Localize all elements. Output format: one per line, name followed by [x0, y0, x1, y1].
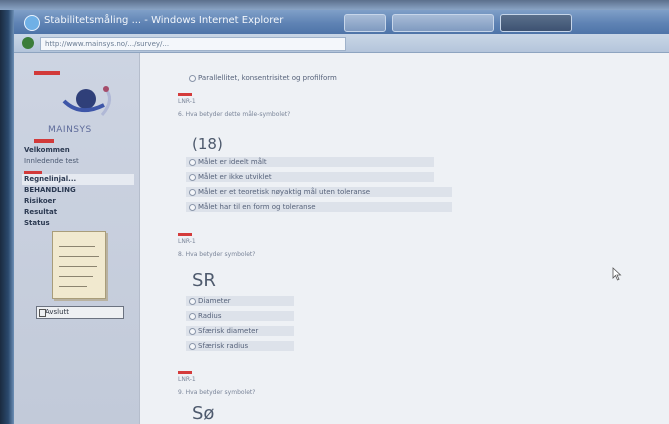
radio-button[interactable]	[189, 75, 196, 82]
question-label: LNR-1	[178, 93, 196, 105]
internet-explorer-icon	[24, 15, 40, 31]
url-field[interactable]: http://www.mainsys.no/.../survey/...	[40, 37, 346, 51]
radio-button[interactable]	[189, 204, 196, 211]
answer-option[interactable]: Sfærisk diameter	[186, 326, 294, 336]
exit-icon	[39, 309, 46, 317]
symbol-display: SR	[192, 270, 216, 291]
option-label: Sfærisk diameter	[198, 327, 259, 335]
nav-item[interactable]: Risikoer	[22, 196, 134, 207]
option-label: Målet har til en form og toleranse	[198, 203, 316, 211]
nav-item[interactable]: BEHANDLING	[22, 185, 134, 196]
red-marker	[178, 93, 192, 96]
sidebar: MAINSYS Velkommen Innledende test Regnel…	[14, 53, 140, 424]
nav-list: Velkommen Innledende test Regnelinjal...…	[22, 145, 134, 229]
radio-button[interactable]	[189, 343, 196, 350]
monitor-bezel	[0, 0, 14, 424]
red-marker	[34, 71, 60, 75]
answer-option[interactable]: Målet er ikke utviklet	[186, 172, 434, 182]
symbol-display: Sø	[192, 403, 215, 424]
option-label: Parallellitet, konsentrisitet og profilf…	[198, 74, 337, 82]
question-label: LNR-1	[178, 371, 196, 383]
radio-button[interactable]	[189, 328, 196, 335]
red-marker	[178, 233, 192, 236]
option-label: Målet er ideelt målt	[198, 158, 267, 166]
option-label: Målet er ikke utviklet	[198, 173, 272, 181]
window-title: Stabilitetsmåling ... - Windows Internet…	[44, 15, 284, 26]
question-text: 9. Hva betyder symbolet?	[178, 389, 256, 396]
taskbar-button[interactable]	[344, 14, 386, 32]
nav-item[interactable]: Innledende test	[22, 156, 134, 167]
answer-option[interactable]: Sfærisk radius	[186, 341, 294, 351]
nav-item[interactable]: Status	[22, 218, 134, 229]
title-bar: Stabilitetsmåling ... - Windows Internet…	[14, 10, 669, 34]
notepad-icon[interactable]	[52, 231, 106, 299]
radio-button[interactable]	[189, 189, 196, 196]
question-panel: Parallellitet, konsentrisitet og profilf…	[140, 53, 669, 424]
red-marker	[34, 139, 54, 143]
browser-window: Stabilitetsmåling ... - Windows Internet…	[14, 10, 669, 424]
nav-item[interactable]: Regnelinjal...	[22, 174, 134, 185]
back-icon[interactable]	[22, 37, 34, 49]
radio-button[interactable]	[189, 313, 196, 320]
exit-button[interactable]: Avslutt	[36, 306, 124, 319]
red-marker	[178, 371, 192, 374]
exit-label: Avslutt	[45, 308, 70, 316]
taskbar-button[interactable]	[500, 14, 572, 32]
nav-item[interactable]: Velkommen	[22, 145, 134, 156]
question-label: LNR-1	[178, 233, 196, 245]
radio-button[interactable]	[189, 298, 196, 305]
option-label: Sfærisk radius	[198, 342, 249, 350]
symbol-display: (18)	[192, 135, 223, 153]
nav-item[interactable]	[22, 167, 134, 174]
option-label: Målet er et teoretisk nøyaktig mål uten …	[198, 188, 371, 196]
address-bar: http://www.mainsys.no/.../survey/...	[14, 34, 669, 53]
answer-option[interactable]: Målet er et teoretisk nøyaktig mål uten …	[186, 187, 452, 197]
taskbar-button[interactable]	[392, 14, 494, 32]
nav-item[interactable]: Resultat	[22, 207, 134, 218]
answer-option[interactable]: Diameter	[186, 296, 294, 306]
answer-option[interactable]: Målet er ideelt målt	[186, 157, 434, 167]
radio-button[interactable]	[189, 174, 196, 181]
question-text: 6. Hva betyder dette måle-symbolet?	[178, 111, 291, 118]
option-label: Diameter	[198, 297, 231, 305]
mainsys-logo	[62, 85, 111, 116]
monitor-bezel-top	[0, 0, 669, 10]
option-label: Radius	[198, 312, 222, 320]
answer-option[interactable]: Målet har til en form og toleranse	[186, 202, 452, 212]
question-text: 8. Hva betyder symbolet?	[178, 251, 256, 258]
mouse-cursor-icon	[612, 267, 622, 281]
answer-option[interactable]: Parallellitet, konsentrisitet og profilf…	[186, 73, 337, 83]
answer-option[interactable]: Radius	[186, 311, 294, 321]
radio-button[interactable]	[189, 159, 196, 166]
logo-text: MAINSYS	[48, 125, 92, 135]
